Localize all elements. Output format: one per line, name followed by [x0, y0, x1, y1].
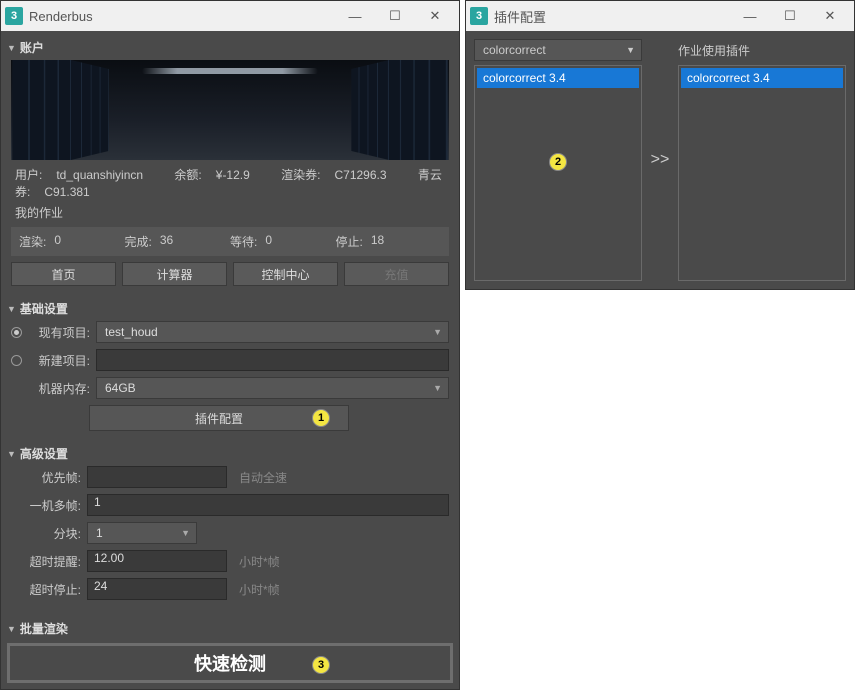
chevron-down-icon: ▼	[626, 45, 635, 55]
collapse-icon: ▼	[7, 624, 16, 634]
collapse-icon: ▼	[7, 43, 16, 53]
marker-1: 1	[312, 409, 330, 427]
close-button[interactable]: ✕	[415, 2, 455, 30]
transfer-button[interactable]: >>	[650, 39, 670, 281]
main-titlebar[interactable]: 3 Renderbus — ☐ ✕	[1, 1, 459, 31]
priority-input[interactable]	[87, 466, 227, 488]
plugin-item[interactable]: colorcorrect 3.4	[681, 68, 843, 88]
app-icon: 3	[470, 7, 488, 25]
account-section: ▼ 账户 用户:td_quanshiyincn 余额:¥-12.9 渲染券:C7…	[5, 35, 455, 292]
plugin-titlebar[interactable]: 3 插件配置 — ☐ ✕	[466, 1, 854, 31]
plugin-item[interactable]: colorcorrect 3.4	[477, 68, 639, 88]
job-stats-row: 渲染:0 完成:36 等待:0 停止:18	[11, 227, 449, 256]
control-center-button[interactable]: 控制中心	[233, 262, 338, 286]
marker-3: 3	[312, 656, 330, 674]
maximize-button[interactable]: ☐	[770, 2, 810, 30]
basic-header[interactable]: ▼ 基础设置	[5, 296, 455, 321]
main-title: Renderbus	[29, 9, 335, 24]
memory-select[interactable]: 64GB▼	[96, 377, 449, 399]
basic-section: ▼ 基础设置 现有项目: test_houd▼ 新建项目:	[5, 296, 455, 437]
existing-project-select[interactable]: test_houd▼	[96, 321, 449, 343]
minimize-button[interactable]: —	[730, 2, 770, 30]
chevron-down-icon: ▼	[181, 528, 190, 538]
plugin-config-button[interactable]: 插件配置 1	[89, 405, 349, 431]
account-header-label: 账户	[20, 39, 44, 56]
account-header[interactable]: ▼ 账户	[5, 35, 455, 60]
available-plugins-list[interactable]: colorcorrect 3.4 2	[474, 65, 642, 281]
existing-project-radio[interactable]	[11, 327, 22, 338]
chevron-down-icon: ▼	[433, 383, 442, 393]
tiles-select[interactable]: 1▼	[87, 522, 197, 544]
maximize-button[interactable]: ☐	[375, 2, 415, 30]
chevron-down-icon: ▼	[433, 327, 442, 337]
used-plugins-header: 作业使用插件	[678, 39, 846, 61]
new-project-input[interactable]	[96, 349, 449, 371]
timeout-warn-input[interactable]: 12.00	[87, 550, 227, 572]
multiframe-input[interactable]: 1	[87, 494, 449, 516]
collapse-icon: ▼	[7, 304, 16, 314]
used-plugins-list[interactable]: colorcorrect 3.4	[678, 65, 846, 281]
new-project-radio[interactable]	[11, 355, 22, 366]
banner-image	[11, 60, 449, 160]
close-button[interactable]: ✕	[810, 2, 850, 30]
quick-check-button[interactable]: 快速检测 3	[7, 643, 453, 683]
plugin-body: colorcorrect▼ colorcorrect 3.4 2 >> 作业使用…	[466, 31, 854, 289]
minimize-button[interactable]: —	[335, 2, 375, 30]
user-info-line: 用户:td_quanshiyincn 余额:¥-12.9 渲染券:C71296.…	[11, 164, 449, 202]
app-icon: 3	[5, 7, 23, 25]
plugin-category-select[interactable]: colorcorrect▼	[474, 39, 642, 61]
home-button[interactable]: 首页	[11, 262, 116, 286]
collapse-icon: ▼	[7, 449, 16, 459]
my-jobs-label: 我的作业	[11, 202, 449, 223]
recharge-button[interactable]: 充值	[344, 262, 449, 286]
advanced-header[interactable]: ▼ 高级设置	[5, 441, 455, 466]
advanced-section: ▼ 高级设置 优先帧: 自动全速 一机多帧: 1 分块: 1▼	[5, 441, 455, 612]
marker-2: 2	[549, 153, 567, 171]
timeout-stop-input[interactable]: 24	[87, 578, 227, 600]
main-window: 3 Renderbus — ☐ ✕ ▼ 账户 用户:td_quanshiyinc…	[0, 0, 460, 690]
plugin-window: 3 插件配置 — ☐ ✕ colorcorrect▼ colorcorrect …	[465, 0, 855, 290]
main-body: ▼ 账户 用户:td_quanshiyincn 余额:¥-12.9 渲染券:C7…	[1, 31, 459, 635]
batch-section: ▼ 批量渲染 激活批量渲染(一次提交多个相机) 设置批量渲染	[5, 616, 455, 635]
calculator-button[interactable]: 计算器	[122, 262, 227, 286]
plugin-title: 插件配置	[494, 7, 730, 26]
batch-header[interactable]: ▼ 批量渲染	[5, 616, 455, 635]
